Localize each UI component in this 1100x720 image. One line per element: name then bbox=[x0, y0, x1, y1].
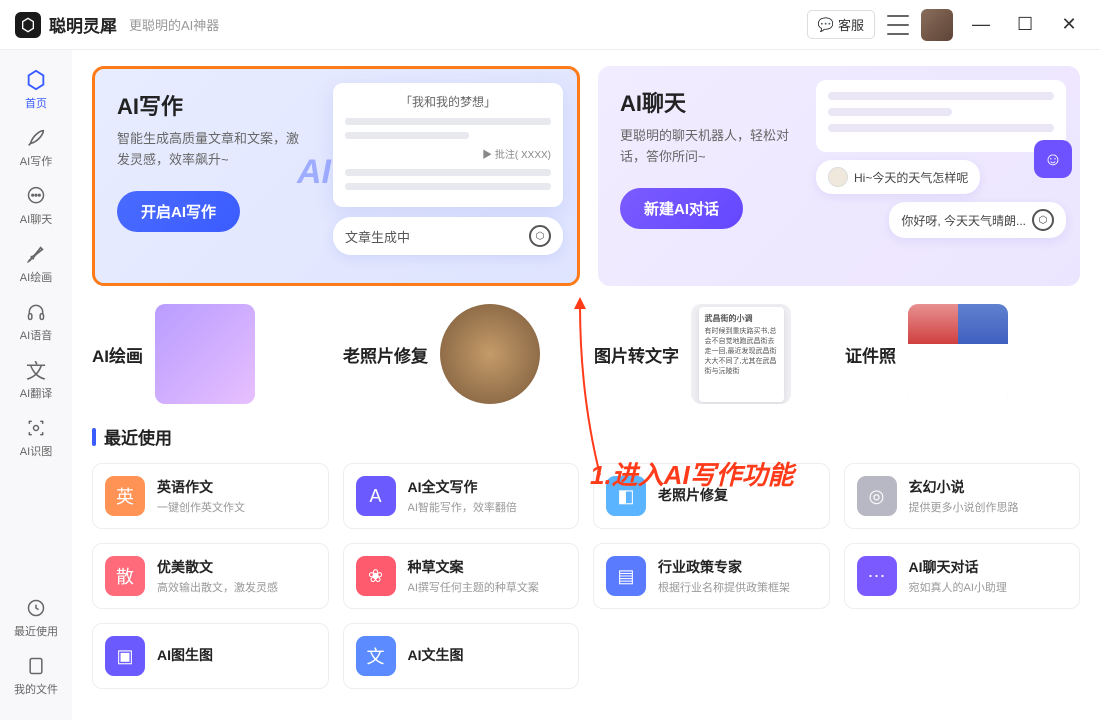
sidebar-item-ocr[interactable]: AI识图 bbox=[6, 410, 66, 464]
close-button[interactable]: ✕ bbox=[1061, 17, 1077, 33]
card-title: AI聊天对话 bbox=[909, 557, 1068, 577]
card-title: 老照片修复 bbox=[658, 485, 817, 505]
sidebar: 首页 AI写作 AI聊天 AI绘画 AI语音 文AI翻译 AI识图 最近使用 我… bbox=[0, 50, 72, 720]
ai-badge-icon: AI bbox=[297, 153, 331, 192]
app-logo-icon bbox=[15, 12, 41, 38]
restore-preview bbox=[440, 304, 540, 404]
recent-card[interactable]: ⋯ AI聊天对话宛如真人的AI小助理 bbox=[844, 543, 1081, 609]
chat-mock: ☺ Hi~今天的天气怎样呢 你好呀, 今天天气晴朗...⬡ bbox=[816, 80, 1066, 238]
recent-card[interactable]: ▤ 行业政策专家根据行业名称提供政策框架 bbox=[593, 543, 830, 609]
new-chat-button[interactable]: 新建AI对话 bbox=[620, 188, 743, 229]
titlebar: 聪明灵犀 更聪明的AI神器 💬 客服 — ☐ ✕ bbox=[0, 0, 1100, 50]
recent-card[interactable]: ❀ 种草文案 AI撰写任何主题的种草文案 bbox=[343, 543, 580, 609]
accent-bar-icon bbox=[92, 428, 96, 446]
translate-icon: 文 bbox=[24, 358, 48, 382]
card-title: 优美散文 bbox=[157, 557, 316, 577]
card-title: AI全文写作 bbox=[408, 477, 567, 497]
sidebar-item-writing[interactable]: AI写作 bbox=[6, 120, 66, 174]
minimize-button[interactable]: — bbox=[973, 17, 989, 33]
hex-icon: ⬡ bbox=[1032, 209, 1054, 231]
start-writing-button[interactable]: 开启AI写作 bbox=[117, 191, 240, 232]
home-icon bbox=[24, 68, 48, 92]
history-icon bbox=[24, 596, 48, 620]
card-icon: ⋯ bbox=[857, 556, 897, 596]
card-title: 行业政策专家 bbox=[658, 557, 817, 577]
hero-ai-chat[interactable]: AI聊天 更聪明的聊天机器人，轻松对话，答你所问~ 新建AI对话 ☺ Hi~今天… bbox=[598, 66, 1080, 286]
sidebar-item-files[interactable]: 我的文件 bbox=[6, 648, 66, 702]
feature-ocr[interactable]: 图片转文字武昌街的小调有时候到重庆路买书,总会不自觉地跑武昌街去走一回,最近发现… bbox=[594, 304, 829, 404]
main-content: AI写作 智能生成高质量文章和文案，激发灵感，效率飙升~ 开启AI写作 AI 「… bbox=[72, 50, 1100, 720]
feature-photo-restore[interactable]: 老照片修复 bbox=[343, 304, 578, 404]
headphone-icon bbox=[24, 300, 48, 324]
card-subtitle: 根据行业名称提供政策框架 bbox=[658, 579, 817, 595]
recent-card[interactable]: ◧ 老照片修复 bbox=[593, 463, 830, 529]
card-icon: ▤ bbox=[606, 556, 646, 596]
sidebar-item-chat[interactable]: AI聊天 bbox=[6, 178, 66, 232]
ocr-preview: 武昌街的小调有时候到重庆路买书,总会不自觉地跑武昌街去走一回,最近发现武昌街大大… bbox=[691, 304, 791, 404]
hero-ai-writing[interactable]: AI写作 智能生成高质量文章和文案，激发灵感，效率飙升~ 开启AI写作 AI 「… bbox=[92, 66, 580, 286]
card-title: AI图生图 bbox=[157, 645, 316, 665]
card-title: 种草文案 bbox=[408, 557, 567, 577]
avatar-icon bbox=[828, 167, 848, 187]
recent-header: 最近使用 bbox=[92, 424, 1080, 449]
feature-ai-paint[interactable]: AI绘画 bbox=[92, 304, 327, 404]
recent-card[interactable]: A AI全文写作 AI智能写作，效率翻倍 bbox=[343, 463, 580, 529]
sidebar-item-paint[interactable]: AI绘画 bbox=[6, 236, 66, 290]
customer-service-button[interactable]: 💬 客服 bbox=[807, 10, 875, 39]
card-subtitle: AI撰写任何主题的种草文案 bbox=[408, 579, 567, 595]
recent-card[interactable]: 文 AI文生图 bbox=[343, 623, 580, 689]
scan-icon bbox=[24, 416, 48, 440]
card-icon: ◧ bbox=[606, 476, 646, 516]
idphoto-preview bbox=[908, 304, 1008, 404]
sidebar-item-home[interactable]: 首页 bbox=[6, 62, 66, 116]
smile-icon: ☺ bbox=[1034, 140, 1072, 178]
maximize-button[interactable]: ☐ bbox=[1017, 17, 1033, 33]
user-avatar[interactable] bbox=[921, 9, 953, 41]
hero-desc: 更聪明的聊天机器人，轻松对话，答你所问~ bbox=[620, 126, 810, 168]
sidebar-item-translate[interactable]: 文AI翻译 bbox=[6, 352, 66, 406]
generating-pill: 文章生成中 ⬡ bbox=[333, 217, 563, 255]
file-icon bbox=[24, 654, 48, 678]
recent-grid: 英英语作文一键创作英文作文 A AI全文写作 AI智能写作，效率翻倍 ◧ 老照片修复 ◎ 玄幻… bbox=[92, 463, 1080, 689]
card-icon: ◎ bbox=[857, 476, 897, 516]
card-icon: ▣ bbox=[105, 636, 145, 676]
recent-card[interactable]: 散优美散文高效输出散文，激发灵感 bbox=[92, 543, 329, 609]
paint-preview bbox=[155, 304, 255, 404]
card-subtitle: AI智能写作，效率翻倍 bbox=[408, 499, 567, 515]
app-brand: 聪明灵犀 bbox=[49, 12, 117, 37]
card-icon: 文 bbox=[356, 636, 396, 676]
app-tagline: 更聪明的AI神器 bbox=[129, 15, 219, 34]
card-icon: 散 bbox=[105, 556, 145, 596]
card-icon: ❀ bbox=[356, 556, 396, 596]
feature-id-photo[interactable]: 证件照 bbox=[845, 304, 1080, 404]
chat-icon bbox=[24, 184, 48, 208]
writing-mock: AI 「我和我的梦想」 ▶ 批注( XXXX) 文章生成中 ⬡ bbox=[333, 83, 563, 273]
feather-icon bbox=[24, 126, 48, 150]
card-subtitle: 一键创作英文作文 bbox=[157, 499, 316, 515]
chat-bubble: 你好呀, 今天天气晴朗...⬡ bbox=[889, 202, 1066, 238]
recent-card[interactable]: ◎ 玄幻小说提供更多小说创作思路 bbox=[844, 463, 1081, 529]
card-title: 英语作文 bbox=[157, 477, 316, 497]
sidebar-item-recent[interactable]: 最近使用 bbox=[6, 590, 66, 644]
chat-bubble: Hi~今天的天气怎样呢 bbox=[816, 160, 980, 194]
card-subtitle: 宛如真人的AI小助理 bbox=[909, 579, 1068, 595]
card-icon: 英 bbox=[105, 476, 145, 516]
menu-button[interactable] bbox=[887, 15, 909, 35]
card-subtitle: 高效输出散文，激发灵感 bbox=[157, 579, 316, 595]
recent-card[interactable]: 英英语作文一键创作英文作文 bbox=[92, 463, 329, 529]
recent-card[interactable]: ▣ AI图生图 bbox=[92, 623, 329, 689]
hero-desc: 智能生成高质量文章和文案，激发灵感，效率飙升~ bbox=[117, 129, 307, 171]
brush-icon bbox=[24, 242, 48, 266]
sidebar-item-voice[interactable]: AI语音 bbox=[6, 294, 66, 348]
hex-icon: ⬡ bbox=[529, 225, 551, 247]
chat-icon: 💬 bbox=[818, 17, 834, 33]
card-title: AI文生图 bbox=[408, 645, 567, 665]
card-subtitle: 提供更多小说创作思路 bbox=[909, 499, 1068, 515]
card-title: 玄幻小说 bbox=[909, 477, 1068, 497]
card-icon: A bbox=[356, 476, 396, 516]
